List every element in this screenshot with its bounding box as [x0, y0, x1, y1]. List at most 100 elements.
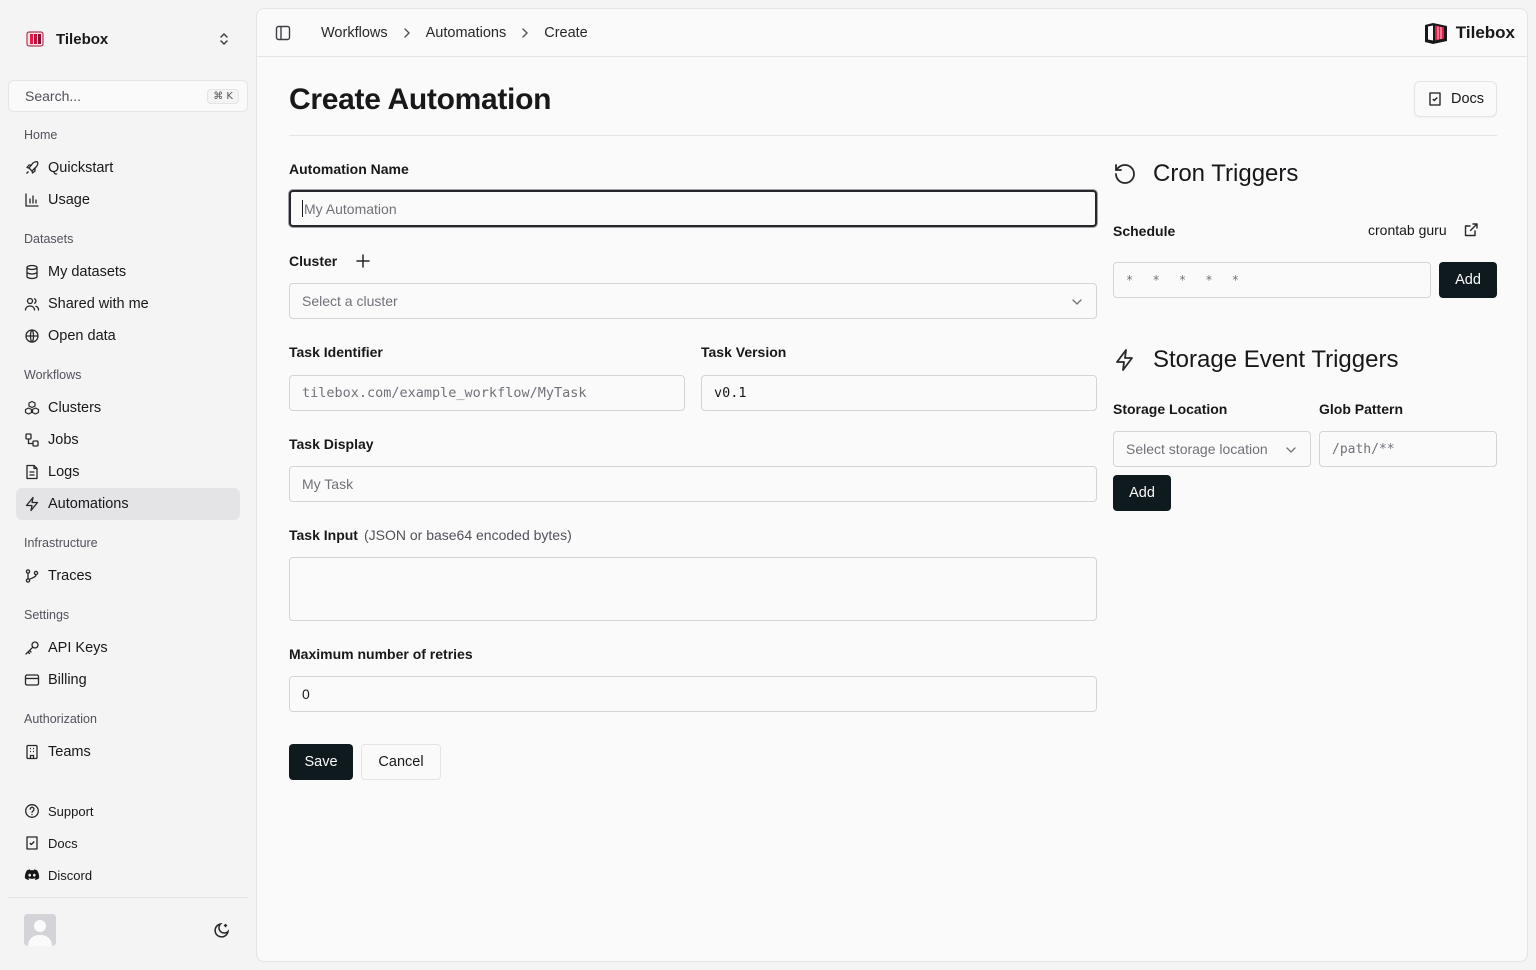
sidebar-item-traces[interactable]: Traces: [16, 560, 240, 592]
git-branch-icon: [24, 568, 40, 584]
sidebar-item-label: Billing: [48, 672, 87, 688]
task-input-hint: (JSON or base64 encoded bytes): [363, 527, 572, 543]
glob-pattern-input[interactable]: /path/**: [1319, 431, 1497, 467]
cancel-button[interactable]: Cancel: [361, 744, 441, 780]
tilebox-logo-icon: [24, 28, 46, 50]
tilebox-brand-icon: [1423, 21, 1449, 45]
help-circle-icon: [24, 803, 40, 819]
task-display-input[interactable]: My Task: [289, 466, 1097, 502]
file-text-icon: [24, 464, 40, 480]
sidebar-item-shared-with-me[interactable]: Shared with me: [16, 288, 240, 320]
sidebar-item-label: Automations: [48, 496, 129, 512]
nav-group-infrastructure: Infrastructure: [24, 536, 98, 550]
sidebar-item-quickstart[interactable]: Quickstart: [16, 152, 240, 184]
sidebar-item-usage[interactable]: Usage: [16, 184, 240, 216]
workspace-switcher[interactable]: Tilebox: [16, 20, 240, 58]
add-storage-trigger-button[interactable]: Add: [1113, 475, 1171, 511]
task-identifier-input[interactable]: tilebox.com/example_workflow/MyTask: [289, 375, 685, 411]
max-retries-value: 0: [302, 686, 310, 702]
external-link-icon: [1463, 222, 1479, 238]
globe-icon: [24, 328, 40, 344]
save-button[interactable]: Save: [289, 744, 353, 780]
chevron-down-icon: [1284, 443, 1298, 457]
panel-left-icon[interactable]: [274, 24, 292, 42]
sidebar-item-api-keys[interactable]: API Keys: [16, 632, 240, 664]
task-input-label: Task Input (JSON or base64 encoded bytes): [289, 527, 572, 543]
storage-location-label: Storage Location: [1113, 401, 1228, 417]
sidebar-item-label: Docs: [48, 835, 78, 851]
chevron-down-icon: [1070, 295, 1084, 309]
add-cluster-icon[interactable]: [354, 252, 372, 270]
task-version-input[interactable]: v0.1: [701, 375, 1097, 411]
cron-triggers-title: Cron Triggers: [1153, 160, 1299, 187]
sidebar-item-automations[interactable]: Automations: [16, 488, 240, 520]
brand-logo[interactable]: Tilebox: [1423, 21, 1515, 45]
workspace-name: Tilebox: [56, 30, 109, 48]
rocket-icon: [24, 160, 40, 176]
cluster-label: Cluster: [289, 253, 338, 269]
nav-group-workflows: Workflows: [24, 368, 82, 382]
sidebar-divider: [8, 897, 248, 898]
sidebar-item-open-data[interactable]: Open data: [16, 320, 240, 352]
sidebar-item-label: Discord: [48, 867, 93, 883]
key-icon: [24, 640, 40, 656]
sidebar-item-label: Shared with me: [48, 296, 149, 312]
sidebar-item-billing[interactable]: Billing: [16, 664, 240, 696]
book-check-icon: [1427, 91, 1443, 107]
bar-chart-icon: [24, 192, 40, 208]
crontab-guru-link[interactable]: crontab guru: [1368, 222, 1479, 238]
sidebar-item-label: Jobs: [48, 432, 79, 448]
sidebar-item-teams[interactable]: Teams: [16, 736, 240, 768]
zap-icon: [1113, 348, 1137, 372]
glob-pattern-placeholder: /path/**: [1332, 441, 1395, 457]
sidebar-item-label: Quickstart: [48, 160, 114, 176]
brand-name: Tilebox: [1455, 23, 1515, 42]
database-icon: [24, 264, 40, 280]
automation-name-input[interactable]: My Automation: [289, 190, 1097, 227]
docs-button[interactable]: Docs: [1414, 81, 1497, 117]
task-display-label: Task Display: [289, 436, 374, 452]
task-identifier-label: Task Identifier: [289, 344, 383, 360]
sidebar-item-docs[interactable]: Docs: [16, 827, 240, 859]
cron-schedule-input[interactable]: * * * * *: [1113, 262, 1431, 298]
sidebar-item-label: Teams: [48, 744, 91, 760]
breadcrumb-create: Create: [544, 25, 588, 41]
breadcrumb-workflows[interactable]: Workflows: [321, 25, 388, 41]
storage-location-select[interactable]: Select storage location: [1113, 431, 1311, 467]
cluster-select[interactable]: Select a cluster: [289, 283, 1097, 319]
nav-group-settings: Settings: [24, 608, 70, 622]
breadcrumb-automations[interactable]: Automations: [426, 25, 507, 41]
sidebar-item-jobs[interactable]: Jobs: [16, 424, 240, 456]
divider: [289, 135, 1497, 136]
cron-triggers-heading: Cron Triggers: [1113, 160, 1298, 188]
sidebar-item-label: Logs: [48, 464, 80, 480]
sidebar-item-label: Usage: [48, 192, 90, 208]
boxes-icon: [24, 400, 40, 416]
storage-location-placeholder: Select storage location: [1126, 441, 1268, 457]
sidebar-item-clusters[interactable]: Clusters: [16, 392, 240, 424]
automation-name-label: Automation Name: [289, 161, 409, 177]
add-cron-trigger-button[interactable]: Add: [1439, 262, 1497, 298]
sidebar-item-support[interactable]: Support: [16, 795, 240, 827]
main-panel: Workflows Automations Create Tilebox Cre…: [256, 8, 1528, 962]
avatar[interactable]: [24, 914, 56, 946]
task-version-value: v0.1: [714, 385, 747, 401]
workflow-icon: [24, 432, 40, 448]
task-input-textarea[interactable]: [289, 557, 1097, 621]
discord-icon: [24, 867, 40, 883]
nav-group-datasets: Datasets: [24, 232, 74, 246]
max-retries-input[interactable]: 0: [289, 676, 1097, 712]
sidebar-item-my-datasets[interactable]: My datasets: [16, 256, 240, 288]
schedule-label: Schedule: [1113, 223, 1176, 239]
sidebar-item-discord[interactable]: Discord: [16, 859, 240, 891]
theme-toggle-icon[interactable]: [213, 921, 231, 939]
book-check-icon: [24, 835, 40, 851]
nav-group-authorization: Authorization: [24, 712, 97, 726]
glob-pattern-label: Glob Pattern: [1319, 401, 1404, 417]
task-input-label-text: Task Input: [289, 527, 358, 543]
search-input[interactable]: Search... ⌘ K: [8, 80, 248, 112]
storage-triggers-title: Storage Event Triggers: [1153, 346, 1399, 373]
automation-name-placeholder: My Automation: [304, 200, 397, 217]
sidebar-item-logs[interactable]: Logs: [16, 456, 240, 488]
storage-triggers-heading: Storage Event Triggers: [1113, 346, 1398, 374]
